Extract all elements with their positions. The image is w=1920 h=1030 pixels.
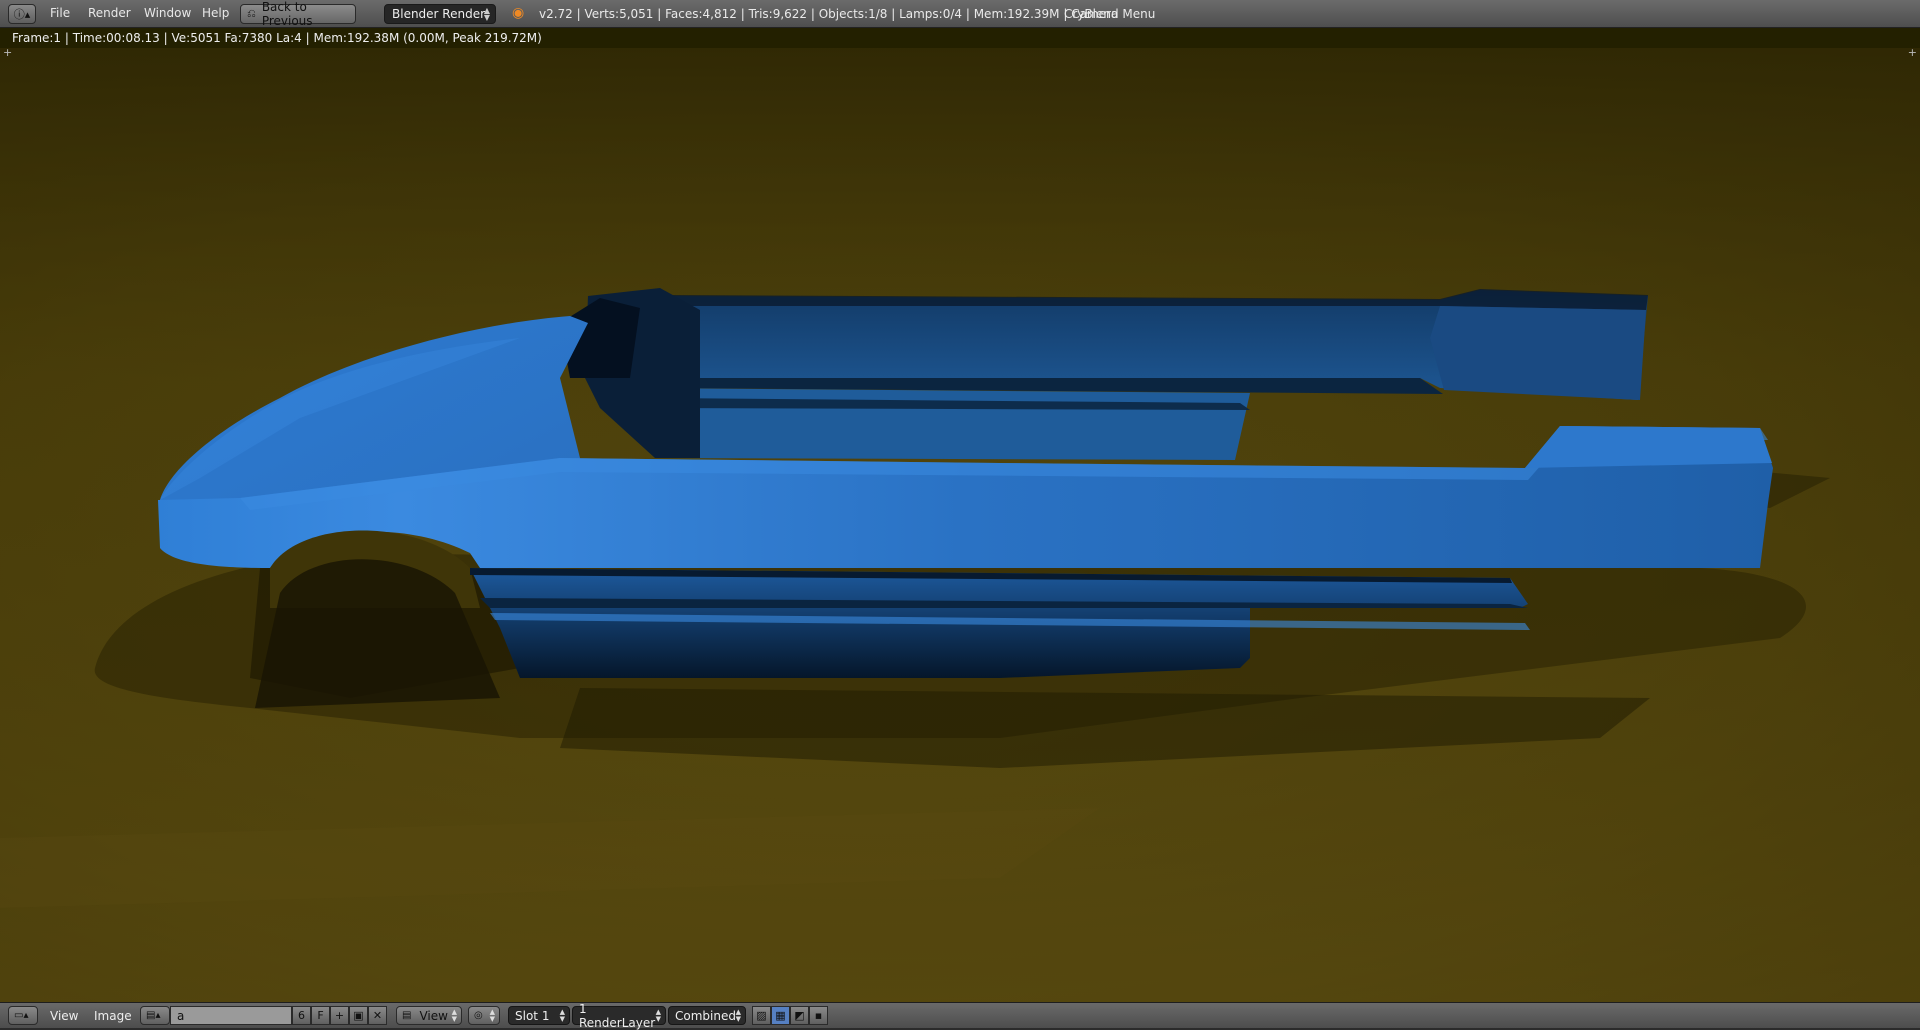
editor-type-selector[interactable]: ⓘ▴ bbox=[8, 4, 36, 24]
render-engine-value: Blender Render bbox=[392, 7, 486, 21]
menu-render[interactable]: Render bbox=[88, 6, 131, 20]
menu-window[interactable]: Window bbox=[144, 6, 191, 20]
unlink-image-button[interactable]: ✕ bbox=[368, 1006, 387, 1025]
top-header: ⓘ▴ File Render Window Help ⎌ Back to Pre… bbox=[0, 0, 1920, 28]
open-image-button[interactable]: ▣ bbox=[349, 1006, 368, 1025]
checker-icon: ▦ bbox=[775, 1009, 786, 1022]
menu-view[interactable]: View bbox=[50, 1009, 78, 1023]
plus-icon: + bbox=[334, 1009, 345, 1022]
dropdown-arrows-icon: ▲ ▼ bbox=[735, 1008, 741, 1023]
image-editor-icon: ▭▴ bbox=[14, 1010, 29, 1021]
pivot-icon: ◎ bbox=[474, 1010, 483, 1021]
slot-value: Slot 1 bbox=[515, 1008, 550, 1023]
folder-icon: ▣ bbox=[353, 1009, 364, 1022]
back-icon: ⎌ bbox=[247, 7, 256, 20]
image-browse-button[interactable]: ▤▴ bbox=[140, 1006, 170, 1025]
dropdown-arrows-icon: ▲ ▼ bbox=[655, 1008, 661, 1023]
slot-dropdown[interactable]: Slot 1 ▲ ▼ bbox=[508, 1006, 570, 1025]
menu-file[interactable]: File bbox=[50, 6, 70, 20]
menu-image[interactable]: Image bbox=[94, 1009, 132, 1023]
back-to-previous-label: Back to Previous bbox=[261, 0, 313, 28]
corner-handle-icon[interactable]: + bbox=[3, 48, 12, 59]
dropdown-arrows-icon: ▲ ▼ bbox=[483, 6, 490, 22]
corner-handle-icon[interactable]: + bbox=[1908, 48, 1917, 59]
render-info-bar: Frame:1 | Time:00:08.13 | Ve:5051 Fa:738… bbox=[0, 28, 1920, 48]
blender-logo-icon: ◉ bbox=[512, 5, 525, 21]
render-pass-dropdown[interactable]: Combined ▲ ▼ bbox=[668, 1006, 746, 1025]
image-users-count[interactable]: 6 bbox=[292, 1006, 311, 1025]
new-image-button[interactable]: + bbox=[330, 1006, 349, 1025]
render-layer-dropdown[interactable]: 1 RenderLayer ▲ ▼ bbox=[572, 1002, 666, 1030]
dropdown-arrows-icon: ▲ ▼ bbox=[489, 1008, 495, 1023]
cryblend-menu[interactable]: CryBlend Menu bbox=[1064, 7, 1155, 21]
pivot-dropdown[interactable]: ◎ ▲ ▼ bbox=[468, 1006, 500, 1025]
info-icon: ⓘ▴ bbox=[13, 8, 31, 21]
menu-help[interactable]: Help bbox=[202, 6, 229, 20]
draw-alpha-button[interactable]: ▦ bbox=[771, 1006, 790, 1025]
view-mode-dropdown[interactable]: ▤ View ▲ ▼ bbox=[396, 1006, 462, 1025]
alpha-icon: ▪ bbox=[814, 1009, 823, 1022]
scene-stats: v2.72 | Verts:5,051 | Faces:4,812 | Tris… bbox=[539, 7, 1119, 21]
image-name-value: a bbox=[177, 1008, 185, 1023]
render-engine-dropdown[interactable]: Blender Render ▲ ▼ bbox=[384, 4, 496, 24]
draw-alpha-only-button[interactable]: ▪ bbox=[809, 1006, 828, 1025]
image-editor-header: ▭▴ View Image ▤▴ a 6 F + ▣ ✕ ▤ View ▲ ▼ ◎… bbox=[0, 1002, 1920, 1030]
render-result-image bbox=[0, 48, 1920, 1002]
view-mode-value: View bbox=[419, 1008, 448, 1023]
dropdown-arrows-icon: ▲ ▼ bbox=[451, 1008, 457, 1023]
zbuffer-icon: ◩ bbox=[794, 1009, 805, 1022]
image-draw-icon: ▨ bbox=[756, 1009, 767, 1022]
view-mode-icon: ▤ bbox=[402, 1010, 412, 1021]
fake-user-button[interactable]: F bbox=[311, 1006, 330, 1025]
close-icon: ✕ bbox=[372, 1009, 383, 1022]
draw-image-button[interactable]: ▨ bbox=[752, 1006, 771, 1025]
editor-type-selector[interactable]: ▭▴ bbox=[8, 1006, 38, 1025]
image-name-field[interactable]: a bbox=[170, 1006, 292, 1025]
render-pass-value: Combined bbox=[675, 1008, 736, 1023]
fake-user-label: F bbox=[317, 1009, 324, 1022]
render-layer-value: 1 RenderLayer bbox=[579, 1001, 656, 1030]
dropdown-arrows-icon: ▲ ▼ bbox=[559, 1008, 565, 1023]
draw-zbuffer-button[interactable]: ◩ bbox=[790, 1006, 809, 1025]
image-viewport[interactable]: + + bbox=[0, 48, 1920, 1002]
back-to-previous-button[interactable]: ⎌ Back to Previous bbox=[240, 0, 356, 28]
image-users-value: 6 bbox=[298, 1009, 305, 1022]
render-info-text: Frame:1 | Time:00:08.13 | Ve:5051 Fa:738… bbox=[12, 31, 542, 45]
image-browse-icon: ▤▴ bbox=[146, 1010, 161, 1021]
